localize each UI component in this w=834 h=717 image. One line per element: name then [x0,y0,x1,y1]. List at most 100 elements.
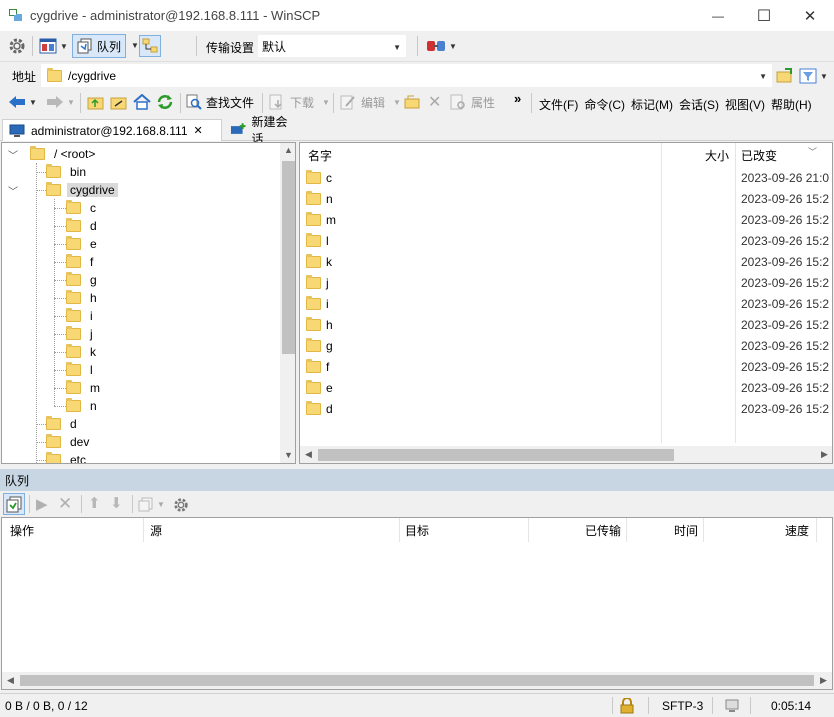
address-input[interactable]: /cygdrive ▼ [41,64,772,87]
open-directory-button[interactable] [776,65,794,87]
file-name-cell: c [306,169,332,185]
file-row[interactable]: c 2023-09-26 21:0 [300,167,832,188]
new-session-icon [230,123,246,134]
queue-preferences-button[interactable] [173,494,189,516]
maximize-icon: ☐ [756,7,772,25]
file-name: f [326,359,330,374]
menu-mark[interactable]: 标记(M) [631,96,673,113]
winscp-app-icon [9,9,22,21]
queue-list-button[interactable] [3,493,25,515]
menu-view[interactable]: 视图(V) [725,96,765,113]
move-down-icon[interactable]: ⬇ [110,494,123,512]
file-row[interactable]: i 2023-09-26 15:2 [300,293,832,314]
file-row[interactable]: e 2023-09-26 15:2 [300,377,832,398]
folder-icon [66,326,81,340]
panel-toolbar: ▼ ▼ 查找文件 下载 ▼ 编辑 ▼ ✕ 属性 » 文件(F) 命令(C) 标记… [0,89,834,116]
back-button[interactable]: ▼ [8,91,37,113]
menu-file[interactable]: 文件(F) [539,96,578,113]
scrollbar-thumb[interactable] [282,161,295,354]
file-row[interactable]: k 2023-09-26 15:2 [300,251,832,272]
tree-item-label: dev [70,435,90,449]
scroll-right-icon[interactable]: ▶ [816,449,832,460]
file-row[interactable]: g 2023-09-26 15:2 [300,335,832,356]
move-up-icon[interactable]: ⬆ [88,494,101,512]
queue-icon [77,38,92,54]
queue-column-target[interactable]: 目标 [405,518,429,542]
queue-list: 操作 源 目标 已传输 时间 速度 ◀ ▶ [1,517,833,690]
scroll-left-icon[interactable]: ◀ [2,675,19,686]
parent-folder-icon [87,97,104,110]
chevron-down-icon[interactable]: ﹀ [8,147,24,162]
tab-close-icon[interactable]: ✕ [194,124,203,137]
sort-descending-icon: ﹀ [808,147,818,157]
tab-new-session[interactable]: 新建会话 [224,115,304,146]
file-name-cell: m [306,211,336,227]
open-button[interactable] [404,91,420,113]
tree-item-label: etc [70,453,87,464]
file-row[interactable]: m 2023-09-26 15:2 [300,209,832,230]
scroll-left-icon[interactable]: ◀ [300,449,317,460]
parent-directory-button[interactable] [87,91,105,113]
file-changed: 2023-09-26 15:2 [741,296,830,311]
layout-button[interactable]: ▼ [39,35,68,57]
tab-session[interactable]: administrator@192.168.8.111 ✕ [2,119,222,141]
play-icon[interactable]: ▶ [36,495,48,513]
minimize-button[interactable]: — [695,0,741,31]
chevron-down-icon[interactable]: ﹀ [8,183,18,198]
file-row[interactable]: d 2023-09-26 15:2 [300,398,832,419]
menu-session[interactable]: 会话(S) [679,96,719,113]
preferences-button[interactable] [8,35,26,57]
column-name[interactable]: 名字 [308,143,332,167]
delete-icon[interactable]: ✕ [58,494,72,514]
scroll-up-icon[interactable]: ▲ [280,145,295,155]
folder-icon [66,380,81,394]
file-row[interactable]: j 2023-09-26 15:2 [300,272,832,293]
tree-vertical-scrollbar[interactable]: ▲ ▼ [280,143,295,463]
tree-item-label: d [90,219,97,233]
file-list: 名字 大小 已改变 ﹀ c 2023-09-26 21:0 n 2023-09-26 … [299,142,833,464]
queue-column-operation[interactable]: 操作 [10,518,34,542]
queue-settings-button[interactable]: ▼ [138,493,165,515]
scroll-right-icon[interactable]: ▶ [815,675,832,686]
delete-button[interactable]: ✕ [428,91,441,113]
column-changed[interactable]: 已改变 [741,143,777,167]
maximize-button[interactable]: ☐ [741,0,787,31]
synchronize-browsing-button[interactable] [139,35,161,57]
folder-icon [66,362,81,376]
queue-column-transferred[interactable]: 已传输 [585,518,621,542]
menu-help[interactable]: 帮助(H) [771,96,812,113]
queue-button[interactable]: 队列 [72,34,127,58]
open-session-button[interactable]: ▼ [426,35,457,57]
filelist-horizontal-scrollbar[interactable]: ◀ ▶ [300,446,832,463]
scroll-down-icon[interactable]: ▼ [280,450,295,460]
root-directory-button[interactable] [110,91,128,113]
scrollbar-thumb[interactable] [20,675,814,686]
file-row[interactable]: h 2023-09-26 15:2 [300,314,832,335]
queue-column-source[interactable]: 源 [150,518,162,542]
queue-dropdown-icon[interactable]: ▼ [131,41,139,50]
edit-button[interactable]: 编辑 ▼ [340,91,401,113]
file-row[interactable]: f 2023-09-26 15:2 [300,356,832,377]
toolbar-overflow-button[interactable]: » [514,91,521,106]
menu-commands[interactable]: 命令(C) [584,96,625,113]
file-changed: 2023-09-26 15:2 [741,401,830,416]
download-button[interactable]: 下载 ▼ [269,91,330,113]
tree-item[interactable]: etc [28,451,89,464]
column-size[interactable]: 大小 [705,143,729,167]
scrollbar-thumb[interactable] [318,449,674,461]
transfer-settings-select[interactable]: 默认 ▼ [258,35,406,57]
queue-horizontal-scrollbar[interactable]: ◀ ▶ [2,672,832,689]
close-window-button[interactable]: ✕ [787,0,833,31]
find-files-button[interactable]: 查找文件 [186,91,254,113]
home-directory-button[interactable] [133,91,151,113]
forward-button[interactable]: ▼ [46,91,75,113]
properties-button[interactable]: 属性 [450,91,495,113]
tree-item-label: e [90,237,97,251]
tree-item-root[interactable]: ﹀ / <root> [8,145,98,163]
queue-column-speed[interactable]: 速度 [785,518,809,542]
file-row[interactable]: n 2023-09-26 15:2 [300,188,832,209]
filter-button[interactable]: ▼ [799,65,828,87]
refresh-button[interactable] [156,91,174,113]
file-row[interactable]: l 2023-09-26 15:2 [300,230,832,251]
queue-column-time[interactable]: 时间 [674,518,698,542]
